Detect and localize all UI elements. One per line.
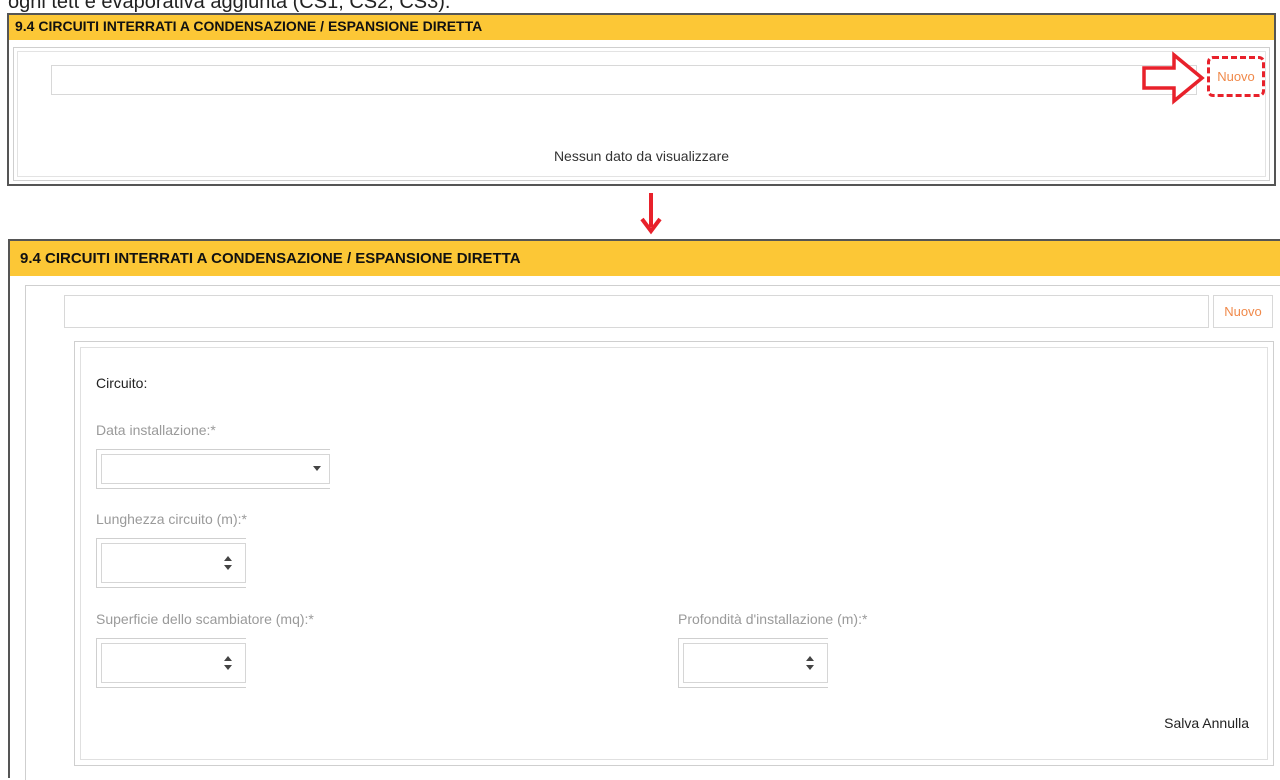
arrow-right-icon: [1142, 51, 1205, 105]
lunghezza-circuito-input[interactable]: [96, 538, 246, 588]
panel-after: 9.4 CIRCUITI INTERRATI A CONDENSAZIONE /…: [8, 239, 1280, 780]
dropdown-caret-icon[interactable]: [313, 466, 321, 471]
superficie-scambiatore-input[interactable]: [96, 638, 246, 688]
empty-message: Nessun dato da visualizzare: [553, 148, 730, 164]
cancel-button[interactable]: Annulla: [1202, 715, 1249, 731]
profondita-installazione-input[interactable]: [678, 638, 828, 688]
new-button-label: Nuovo: [1224, 304, 1262, 319]
new-button[interactable]: Nuovo: [1207, 56, 1265, 97]
panel-before: 9.4 CIRCUITI INTERRATI A CONDENSAZIONE /…: [7, 13, 1276, 186]
profondita-installazione-label: Profondità d'installazione (m):*: [678, 611, 868, 627]
circuit-form-body: Circuito: Data installazione:* Lunghezza…: [80, 347, 1268, 760]
save-button[interactable]: Salva: [1164, 715, 1199, 731]
spinner-icon[interactable]: [224, 654, 232, 672]
section-label: Circuito:: [96, 375, 148, 391]
superficie-scambiatore-label: Superficie dello scambiatore (mq):*: [96, 611, 314, 627]
panel-title: 9.4 CIRCUITI INTERRATI A CONDENSAZIONE /…: [10, 241, 1280, 276]
lunghezza-circuito-label: Lunghezza circuito (m):*: [96, 511, 247, 527]
spinner-icon[interactable]: [224, 554, 232, 572]
grid-toolbar: [51, 65, 1197, 95]
data-installazione-label: Data installazione:*: [96, 422, 216, 438]
spinner-icon[interactable]: [806, 654, 814, 672]
form-actions: Salva Annulla: [1164, 715, 1249, 731]
arrow-down-icon: [640, 193, 662, 235]
panel-title: 9.4 CIRCUITI INTERRATI A CONDENSAZIONE /…: [9, 15, 1274, 40]
new-button-label: Nuovo: [1217, 69, 1255, 84]
top-caption: ogni tett e evaporativa aggiunta (CS1, C…: [8, 0, 451, 13]
new-button[interactable]: Nuovo: [1213, 295, 1273, 328]
circuit-form: Circuito: Data installazione:* Lunghezza…: [74, 341, 1274, 766]
data-installazione-select[interactable]: [96, 449, 330, 489]
grid-toolbar: [64, 295, 1209, 328]
